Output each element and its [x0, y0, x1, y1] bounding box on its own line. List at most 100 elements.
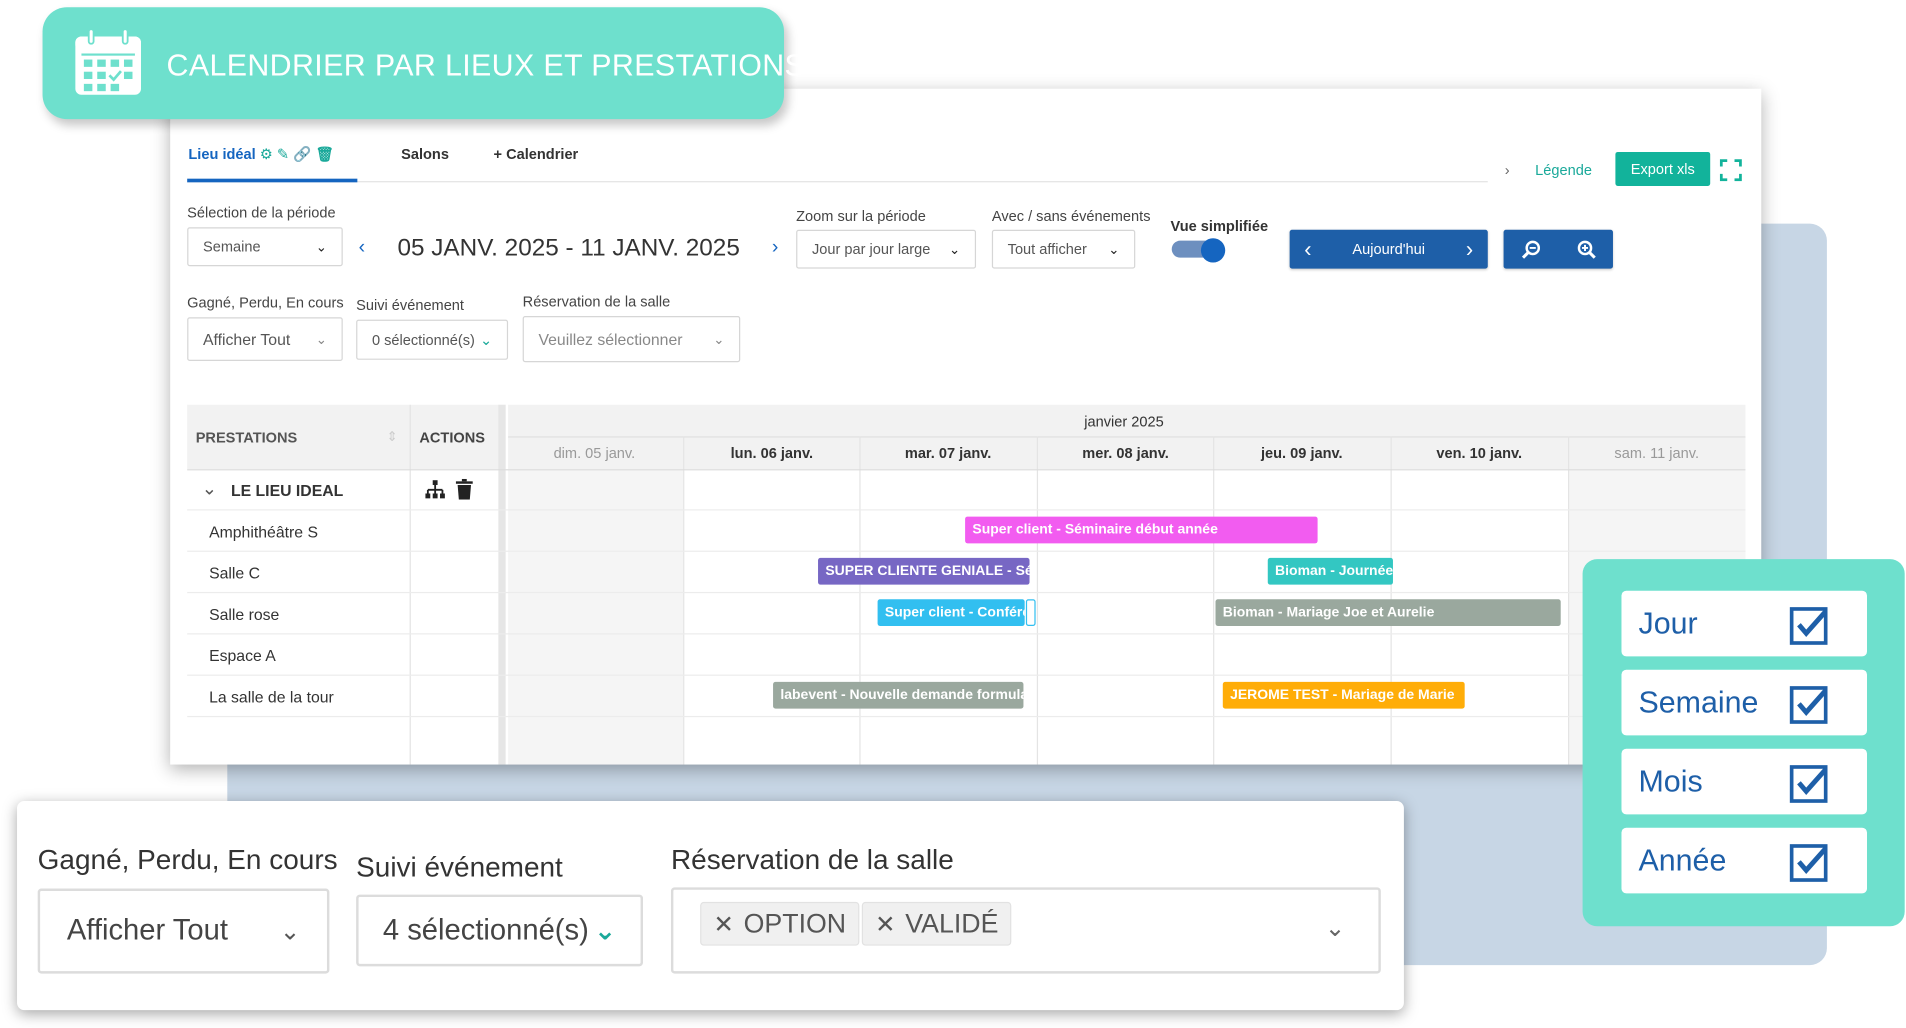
event-bar[interactable]: Bioman - Journée — [1267, 557, 1393, 585]
row-divider — [187, 550, 1746, 552]
today-button[interactable]: Aujourd'hui — [1352, 241, 1425, 258]
remove-chip-icon[interactable]: ✕ — [875, 909, 895, 939]
gear-icon[interactable]: ⚙ — [260, 146, 273, 163]
tab-calendrier[interactable]: + Calendrier — [493, 146, 578, 163]
row-divider — [187, 715, 1746, 718]
chevron-down-icon: ⌄ — [713, 332, 725, 348]
day-header: lun. 06 janv. — [730, 444, 814, 462]
weekend-column — [508, 469, 684, 765]
option-chip: ✕ OPTION — [700, 901, 860, 946]
room-label: Réservation de la salle — [522, 292, 671, 310]
room-row-label: La salle de la tour — [209, 687, 334, 707]
day-header: dim. 05 janv. — [553, 444, 636, 462]
row-divider — [187, 469, 1746, 471]
view-label: Mois — [1638, 764, 1703, 799]
banner-title: CALENDRIER PAR LIEUX ET PRESTATIONS — [166, 48, 806, 83]
status-select[interactable]: Afficher Tout ⌄ — [37, 888, 330, 974]
event-bar-handle[interactable] — [1025, 599, 1036, 626]
tab-salons[interactable]: Salons — [401, 146, 449, 163]
checked-checkbox-icon[interactable] — [1789, 762, 1830, 803]
view-option-jour[interactable]: Jour — [1621, 590, 1868, 657]
zoom-select[interactable]: Jour par jour large ⌄ — [796, 229, 977, 269]
column-actions: ACTIONS — [419, 429, 485, 447]
previous-day-icon[interactable]: ‹ — [1304, 236, 1311, 262]
filters-zoom-panel: Gagné, Perdu, En cours Afficher Tout ⌄ S… — [17, 801, 1404, 1011]
row-divider — [187, 633, 1746, 635]
day-header: ven. 10 janv. — [1436, 444, 1523, 462]
fullscreen-icon[interactable] — [1719, 159, 1742, 182]
status-label: Gagné, Perdu, En cours — [37, 843, 338, 876]
chevron-down-icon: ⌄ — [593, 914, 617, 946]
event-bar[interactable]: Bioman - Mariage Joe et Aurelie — [1215, 599, 1561, 626]
column-prestations: PRESTATIONS — [195, 429, 298, 447]
zoom-label: Zoom sur la période — [796, 207, 926, 225]
calendar-app-window: Lieu idéal ⚙ ✎ 🔗 🗑 Salons + Calendrier ›… — [170, 88, 1762, 765]
chevron-down-icon: ⌄ — [315, 240, 327, 255]
collapse-chevron-icon[interactable]: ⌄ — [202, 478, 217, 500]
event-bar[interactable]: SUPER CLIENTE GENIALE - Séminaire — [818, 557, 1030, 585]
view-label: Semaine — [1638, 685, 1759, 720]
toggle-knob[interactable] — [1200, 238, 1226, 263]
checked-checkbox-icon[interactable] — [1789, 841, 1830, 882]
period-range: 05 JANV. 2025 - 11 JANV. 2025 — [397, 234, 740, 262]
room-row-label: Salle C — [209, 563, 261, 583]
export-xls-button[interactable]: Export xls — [1615, 151, 1711, 186]
chevron-right-icon[interactable]: › — [1505, 162, 1510, 179]
pencil-icon[interactable]: ✎ — [277, 146, 289, 163]
events-label: Avec / sans événements — [991, 207, 1151, 225]
event-bar[interactable]: Super client - Conférence — [877, 599, 1025, 626]
events-select[interactable]: Tout afficher ⌄ — [991, 229, 1136, 269]
chevron-down-icon: ⌄ — [949, 242, 961, 258]
followup-label: Suivi événement — [356, 296, 464, 314]
active-tab-indicator — [187, 178, 358, 183]
view-option-annee[interactable]: Année — [1621, 827, 1868, 894]
tab-lieu-ideal[interactable]: Lieu idéal ⚙ ✎ 🔗 🗑 — [188, 146, 334, 163]
event-bar[interactable]: Super client - Séminaire début année — [965, 516, 1318, 544]
room-select[interactable]: Veuillez sélectionner ⌄ — [522, 316, 741, 363]
remove-chip-icon[interactable]: ✕ — [713, 909, 733, 939]
followup-select[interactable]: 4 sélectionné(s) ⌄ — [356, 894, 643, 967]
row-divider — [187, 509, 1746, 511]
legend-link[interactable]: Légende — [1535, 162, 1592, 179]
event-bar[interactable]: labevent - Nouvelle demande formulaire — [773, 681, 1024, 709]
previous-period-button[interactable]: ‹ — [359, 237, 365, 259]
trash-icon[interactable] — [455, 478, 473, 500]
zoom-out-icon[interactable] — [1521, 239, 1540, 259]
next-period-button[interactable]: › — [772, 237, 778, 259]
link-icon[interactable]: 🔗 — [293, 146, 311, 163]
chevron-down-icon: ⌄ — [315, 332, 327, 348]
status-select[interactable]: Afficher Tout ⌄ — [187, 317, 343, 362]
view-option-semaine[interactable]: Semaine — [1621, 669, 1868, 736]
calendar-icon — [75, 28, 141, 95]
checked-checkbox-icon[interactable] — [1789, 683, 1830, 724]
room-row-label: Salle rose — [209, 605, 280, 624]
event-bar[interactable]: JEROME TEST - Mariage de Marie — [1222, 681, 1465, 709]
zoom-in-icon[interactable] — [1576, 239, 1596, 259]
hierarchy-icon[interactable] — [424, 480, 446, 499]
pane-splitter[interactable] — [498, 404, 506, 765]
valide-chip: ✕ VALIDÉ — [861, 901, 1012, 946]
checked-checkbox-icon[interactable] — [1789, 604, 1830, 645]
trash-icon[interactable]: 🗑 — [315, 146, 334, 163]
room-row-label: Espace A — [209, 646, 276, 665]
followup-select[interactable]: 0 sélectionné(s) ⌄ — [356, 319, 509, 360]
month-header: janvier 2025 — [1084, 413, 1164, 431]
sort-icon[interactable]: ⇕ — [387, 429, 398, 445]
day-header: sam. 11 janv. — [1614, 444, 1700, 462]
followup-label: Suivi événement — [356, 850, 563, 883]
view-modes-panel: Jour Semaine Mois Année — [1582, 559, 1905, 927]
group-label: LE LIEU IDEAL — [230, 481, 344, 500]
day-header: mer. 08 janv. — [1082, 444, 1169, 462]
view-label: Année — [1638, 843, 1727, 878]
column-divider — [409, 404, 411, 765]
period-select[interactable]: Semaine ⌄ — [187, 227, 343, 267]
month-divider — [508, 436, 1746, 438]
chevron-down-icon: ⌄ — [279, 918, 301, 946]
next-day-icon[interactable]: › — [1466, 236, 1473, 262]
view-option-mois[interactable]: Mois — [1621, 748, 1868, 815]
title-banner: CALENDRIER PAR LIEUX ET PRESTATIONS — [42, 7, 805, 120]
tabs-divider — [187, 181, 1488, 183]
room-label: Réservation de la salle — [670, 843, 954, 876]
chevron-down-icon[interactable]: ⌄ — [1325, 913, 1345, 943]
day-header: mar. 07 janv. — [904, 444, 992, 462]
